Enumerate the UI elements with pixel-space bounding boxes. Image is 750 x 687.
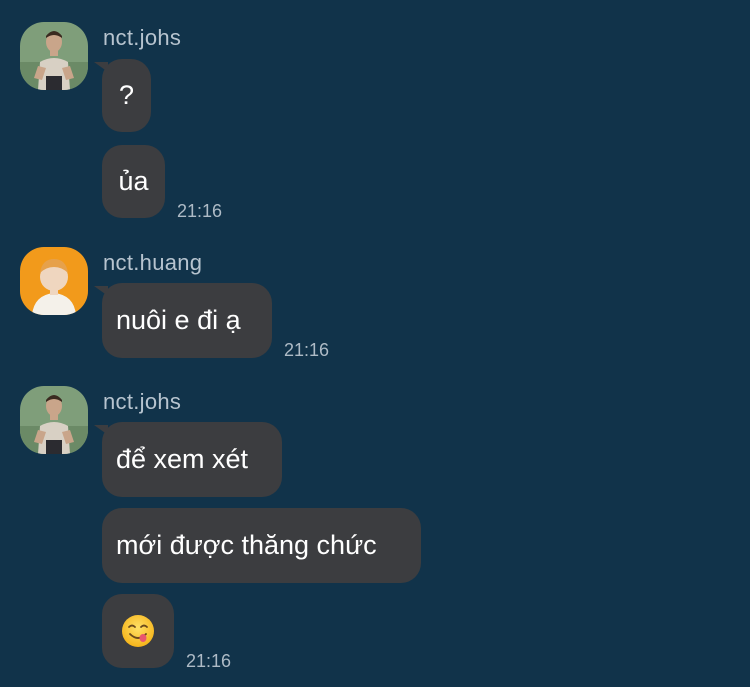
message-text: mới được thăng chức: [116, 530, 377, 560]
message-timestamp: 21:16: [177, 201, 223, 221]
sender-avatar[interactable]: [20, 247, 88, 315]
message-bubble[interactable]: để xem xét: [102, 422, 282, 497]
message-text: nuôi e đi ạ: [116, 305, 241, 335]
sender-name[interactable]: nct.johs: [103, 25, 181, 51]
avatar-photo-man: [20, 386, 88, 454]
message-bubble[interactable]: mới được thăng chức: [102, 508, 421, 583]
yum-face-emoji: [122, 615, 154, 647]
message-text: để xem xét: [116, 444, 249, 474]
sender-avatar[interactable]: [20, 386, 88, 454]
message-bubble[interactable]: ?: [102, 59, 151, 132]
message-bubble[interactable]: ủa: [102, 145, 165, 218]
sender-name[interactable]: nct.huang: [103, 250, 202, 276]
message-text: ủa: [118, 166, 149, 196]
message-bubble[interactable]: nuôi e đi ạ: [102, 283, 272, 358]
avatar-photo-man: [20, 22, 88, 90]
message-text: ?: [118, 80, 135, 110]
message-timestamp: 21:16: [284, 340, 330, 360]
avatar-photo-orange: [20, 247, 88, 315]
sender-avatar[interactable]: [20, 22, 88, 90]
message-timestamp: 21:16: [186, 651, 232, 671]
message-bubble[interactable]: [102, 594, 174, 668]
sender-name[interactable]: nct.johs: [103, 389, 181, 415]
